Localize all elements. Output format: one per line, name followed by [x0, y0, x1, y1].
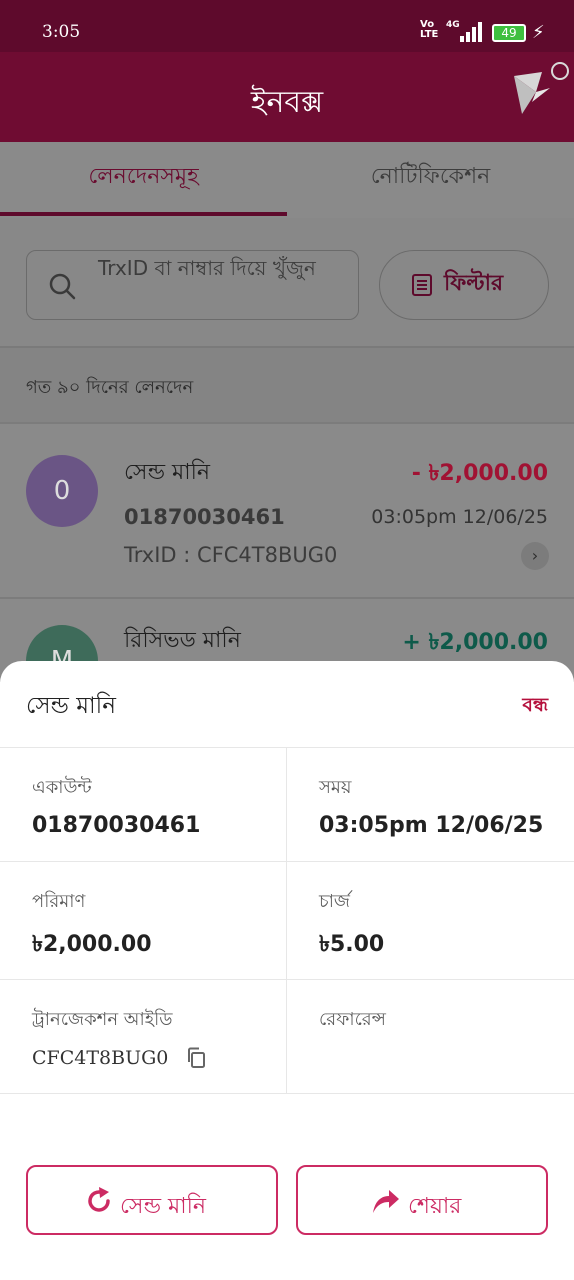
divider — [0, 861, 574, 862]
volte-bottom: LTE — [420, 29, 439, 40]
volte-indicator: Vo LTE — [420, 20, 438, 40]
charging-icon: ⚡ — [532, 22, 545, 43]
section-header: গত ৯০ দিনের লেনদেন — [0, 346, 574, 422]
search-icon — [49, 273, 76, 300]
transaction-amount: - ৳2,000.00 — [411, 461, 548, 486]
transaction-type[interactable]: রিসিভড মানি — [124, 623, 241, 660]
tab-transactions[interactable]: লেনদেনসমূহ — [0, 142, 287, 218]
transaction-type[interactable]: সেন্ড মানি — [124, 455, 210, 492]
trxid-label: ট্রানজেকশন আইডি — [32, 1009, 173, 1030]
send-money-again-button[interactable]: সেন্ড মানি — [26, 1165, 278, 1235]
divider — [0, 979, 574, 980]
tab-bar: লেনদেনসমূহ নোটিফিকেশন — [0, 142, 574, 218]
transaction-time: 03:05pm 12/06/25 — [371, 506, 548, 528]
charge-label: চার্জ — [319, 891, 351, 912]
account-value: 01870030461 — [32, 813, 201, 838]
battery-icon: 49 — [492, 24, 526, 42]
tab-notifications[interactable]: নোটিফিকেশন — [287, 142, 574, 218]
share-label: শেয়ার — [408, 1194, 462, 1219]
copy-icon[interactable] — [186, 1047, 206, 1069]
divider — [0, 1093, 574, 1094]
share-button[interactable]: শেয়ার — [296, 1165, 548, 1235]
charge-value: ৳5.00 — [319, 932, 385, 957]
section-label: গত ৯০ দিনের লেনদেন — [26, 377, 194, 398]
network-gen: 4G — [446, 20, 460, 30]
transaction-number: 01870030461 — [124, 505, 285, 529]
filter-list-icon — [412, 274, 432, 296]
refresh-icon — [88, 1187, 110, 1212]
share-arrow-icon — [373, 1190, 399, 1213]
time-label: সময় — [319, 777, 352, 798]
active-tab-indicator — [0, 212, 287, 216]
sheet-title: সেন্ড মানি — [26, 693, 116, 719]
account-label: একাউন্ট — [32, 777, 92, 798]
app-bar: ইনবক্স — [0, 52, 574, 142]
column-divider — [286, 747, 287, 1093]
send-money-again-label: সেন্ড মানি — [120, 1194, 207, 1219]
divider — [0, 747, 574, 748]
trxid-value: CFC4T8BUG0 — [32, 1047, 169, 1069]
transaction-trxid: TrxID : CFC4T8BUG0 — [124, 543, 338, 567]
chevron-right-icon[interactable]: › — [521, 542, 549, 570]
search-placeholder: TrxID বা নাম্বার দিয়ে খুঁজুন — [98, 256, 316, 280]
avatar: 0 — [26, 455, 98, 527]
time-value: 03:05pm 12/06/25 — [319, 813, 544, 838]
list-divider — [0, 597, 574, 599]
reference-label: রেফারেন্স — [319, 1009, 386, 1030]
transaction-amount: + ৳2,000.00 — [402, 630, 548, 655]
close-button[interactable]: বন্ধ — [522, 691, 548, 723]
transaction-detail-sheet: সেন্ড মানি বন্ধ একাউন্ট 01870030461 সময়… — [0, 661, 574, 1280]
bkash-bird-logo-icon — [514, 72, 550, 114]
amount-value: ৳2,000.00 — [32, 932, 152, 957]
profile-ring-icon[interactable] — [551, 62, 569, 80]
page-title: ইনবক্স — [250, 85, 324, 120]
status-bar: 3:05 Vo LTE 4G 49 ⚡ — [0, 0, 574, 52]
signal-icon — [460, 22, 484, 42]
clock: 3:05 — [42, 22, 81, 42]
filter-label: ফিল্টার — [444, 271, 504, 296]
amount-label: পরিমাণ — [32, 891, 86, 912]
